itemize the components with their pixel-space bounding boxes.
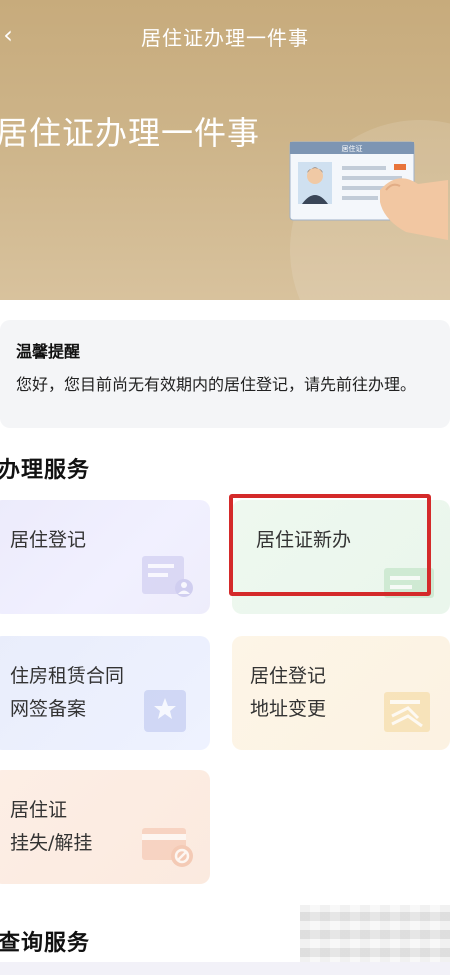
id-card-illustration-icon: 居住证 bbox=[289, 141, 448, 240]
tile-permit-loss-report[interactable]: 居住证 挂失/解挂 bbox=[0, 770, 210, 884]
page-title: 居住证办理一件事 bbox=[141, 26, 309, 50]
section-title-handle: 办理服务 bbox=[0, 458, 91, 483]
section-title-query: 查询服务 bbox=[0, 931, 91, 956]
tile-residence-registration[interactable]: 居住登记 bbox=[0, 500, 210, 614]
tile-rental-contract-filing[interactable]: 住房租赁合同 网签备案 bbox=[0, 636, 210, 750]
document-star-icon bbox=[144, 690, 186, 732]
tile-address-change[interactable]: 居住登记 地址变更 bbox=[232, 636, 450, 750]
form-person-icon bbox=[142, 556, 193, 597]
reminder-card: 温馨提醒 您好，您目前尚无有效期内的居住登记，请先前往办理。 bbox=[0, 320, 450, 428]
highlight-annotation bbox=[229, 494, 431, 596]
reminder-text: 您好，您目前尚无有效期内的居住登记，请先前往办理。 bbox=[16, 375, 417, 394]
header-banner: ‹ 居住证办理一件事 居住证办理一件事 居住证 bbox=[0, 0, 450, 300]
card-label: 居住证 bbox=[342, 144, 363, 153]
card-blocked-icon bbox=[142, 828, 193, 867]
reminder-title: 温馨提醒 bbox=[16, 342, 81, 361]
nav-bar: ‹ 居住证办理一件事 bbox=[0, 0, 450, 70]
edit-document-icon bbox=[384, 692, 430, 732]
hero-title: 居住证办理一件事 bbox=[0, 114, 261, 152]
next-tiles-peek bbox=[0, 962, 450, 975]
